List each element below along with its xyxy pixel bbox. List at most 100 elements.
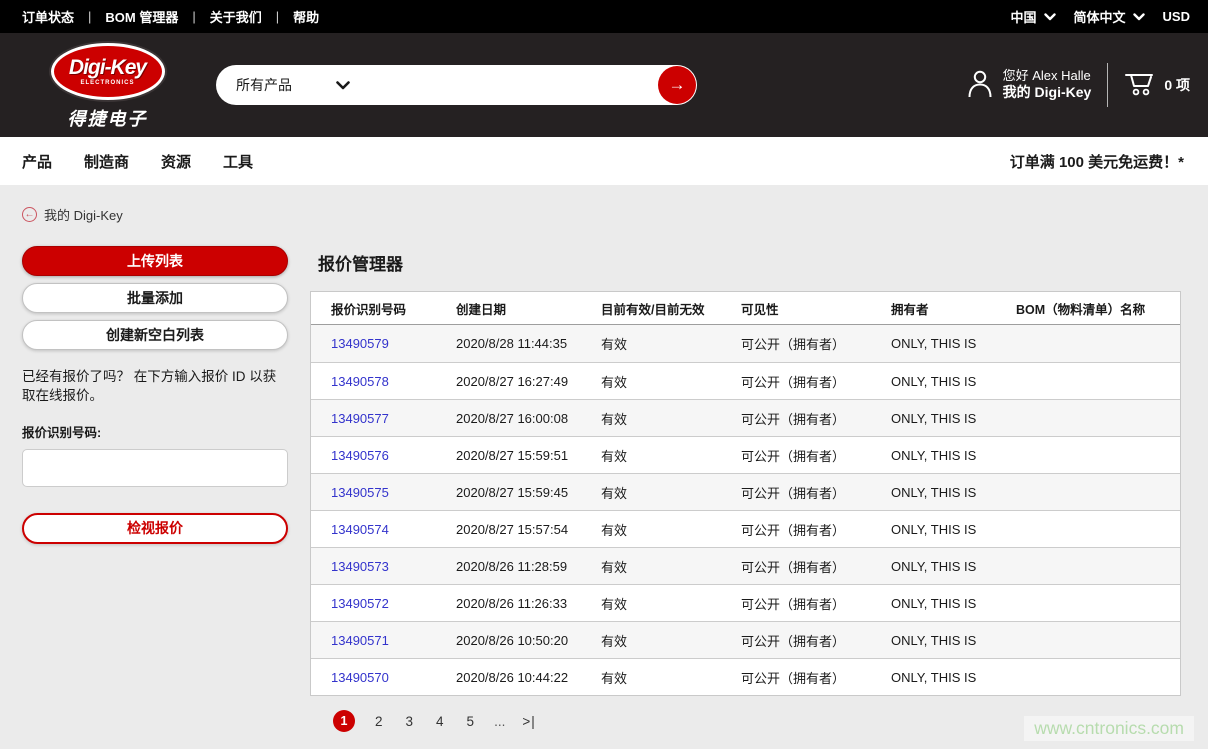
quote-id-link[interactable]: 13490574 xyxy=(331,522,389,537)
quote-owner: ONLY, THIS IS xyxy=(891,670,1016,685)
quote-status: 有效 xyxy=(601,372,741,391)
quote-created-date: 2020/8/26 11:28:59 xyxy=(456,559,601,574)
quote-owner: ONLY, THIS IS xyxy=(891,559,1016,574)
quote-created-date: 2020/8/26 10:44:22 xyxy=(456,670,601,685)
quote-owner: ONLY, THIS IS xyxy=(891,411,1016,426)
col-header-created-date: 创建日期 xyxy=(456,299,601,318)
quote-id-link[interactable]: 13490576 xyxy=(331,448,389,463)
cart-icon xyxy=(1124,69,1154,102)
quote-id-link[interactable]: 13490571 xyxy=(331,633,389,648)
create-blank-list-button[interactable]: 创建新空白列表 xyxy=(22,320,288,350)
col-header-bom-name: BOM（物料清单）名称 xyxy=(1016,299,1160,318)
table-row: 13490579 2020/8/28 11:44:35 有效 可公开（拥有者） … xyxy=(311,325,1180,362)
region-label: 中国 xyxy=(1011,7,1037,26)
quote-table-body: 13490579 2020/8/28 11:44:35 有效 可公开（拥有者） … xyxy=(311,325,1180,695)
cart-count: 0 项 xyxy=(1164,75,1190,95)
help-link[interactable]: 帮助 xyxy=(293,7,319,26)
quote-created-date: 2020/8/26 10:50:20 xyxy=(456,633,601,648)
quote-id-label: 报价识别号码: xyxy=(22,422,288,441)
quote-table-header: 报价识别号码 创建日期 目前有效/目前无效 可见性 拥有者 BOM（物料清单）名… xyxy=(311,292,1180,325)
language-selector[interactable]: 简体中文 xyxy=(1074,7,1145,26)
quote-id-link[interactable]: 13490573 xyxy=(331,559,389,574)
cart-button[interactable]: 0 项 xyxy=(1124,69,1190,102)
table-row: 13490571 2020/8/26 10:50:20 有效 可公开（拥有者） … xyxy=(311,621,1180,658)
search-submit-button[interactable]: → xyxy=(658,66,696,104)
page-last-button[interactable]: >| xyxy=(522,714,535,729)
order-status-link[interactable]: 订单状态 xyxy=(22,7,74,26)
sidebar: 上传列表 批量添加 创建新空白列表 已经有报价了吗？ 在下方输入报价 ID 以获… xyxy=(22,246,288,732)
my-digikey-link: 我的 Digi-Key xyxy=(1003,84,1092,102)
nav-item-products[interactable]: 产品 xyxy=(22,151,52,172)
search-area: 所有产品 → xyxy=(216,65,697,105)
account-menu[interactable]: 您好 Alex Halle 我的 Digi-Key xyxy=(967,68,1092,103)
quote-id-link[interactable]: 13490577 xyxy=(331,411,389,426)
quote-status: 有效 xyxy=(601,334,741,353)
quote-created-date: 2020/8/26 11:26:33 xyxy=(456,596,601,611)
quote-owner: ONLY, THIS IS xyxy=(891,596,1016,611)
search-input[interactable] xyxy=(366,70,647,100)
quote-status: 有效 xyxy=(601,668,741,687)
quote-status: 有效 xyxy=(601,483,741,502)
digikey-logo[interactable]: Digi-Key ELECTRONICS 得捷电子 xyxy=(15,43,200,131)
region-selector[interactable]: 中国 xyxy=(1011,7,1056,26)
currency-selector[interactable]: USD xyxy=(1163,9,1190,24)
quote-owner: ONLY, THIS IS xyxy=(891,448,1016,463)
digikey-logo-oval: Digi-Key ELECTRONICS xyxy=(51,43,165,100)
chevron-down-icon xyxy=(1133,13,1145,21)
quote-visibility: 可公开（拥有者） xyxy=(741,668,891,687)
view-quote-button[interactable]: 检视报价 xyxy=(22,513,288,544)
page-link[interactable]: 3 xyxy=(403,714,417,729)
account-text: 您好 Alex Halle 我的 Digi-Key xyxy=(1003,68,1092,102)
quote-created-date: 2020/8/27 15:59:51 xyxy=(456,448,601,463)
site-header: Digi-Key ELECTRONICS 得捷电子 所有产品 → 您好 Alex… xyxy=(0,33,1208,137)
quote-status: 有效 xyxy=(601,409,741,428)
quote-id-link[interactable]: 13490578 xyxy=(331,374,389,389)
about-us-link[interactable]: 关于我们 xyxy=(210,7,262,26)
page-link[interactable]: 5 xyxy=(464,714,478,729)
nav-item-manufacturers[interactable]: 制造商 xyxy=(84,151,129,172)
table-row: 13490572 2020/8/26 11:26:33 有效 可公开（拥有者） … xyxy=(311,584,1180,621)
utility-links: 订单状态 BOM 管理器 关于我们 帮助 xyxy=(22,7,319,26)
quote-status: 有效 xyxy=(601,446,741,465)
table-row: 13490570 2020/8/26 10:44:22 有效 可公开（拥有者） … xyxy=(311,658,1180,695)
chevron-down-icon xyxy=(1044,13,1056,21)
page-ellipsis: ... xyxy=(494,714,505,729)
locale-controls: 中国 简体中文 USD xyxy=(1003,7,1190,26)
quote-id-link[interactable]: 13490579 xyxy=(331,336,389,351)
quote-status: 有效 xyxy=(601,520,741,539)
quote-id-link[interactable]: 13490575 xyxy=(331,485,389,500)
page-link[interactable]: 4 xyxy=(433,714,447,729)
upload-list-button[interactable]: 上传列表 xyxy=(22,246,288,276)
quote-visibility: 可公开（拥有者） xyxy=(741,372,891,391)
bom-manager-link[interactable]: BOM 管理器 xyxy=(105,7,178,26)
quote-id-link[interactable]: 13490572 xyxy=(331,596,389,611)
quote-status: 有效 xyxy=(601,631,741,650)
breadcrumb[interactable]: ← 我的 Digi-Key xyxy=(22,205,123,224)
user-icon xyxy=(967,68,993,103)
quote-status: 有效 xyxy=(601,557,741,576)
quote-table: 报价识别号码 创建日期 目前有效/目前无效 可见性 拥有者 BOM（物料清单）名… xyxy=(310,291,1181,696)
quote-owner: ONLY, THIS IS xyxy=(891,485,1016,500)
logo-electronics-text: ELECTRONICS xyxy=(80,80,134,86)
search-bar: 所有产品 → xyxy=(216,65,697,105)
nav-item-tools[interactable]: 工具 xyxy=(223,151,253,172)
col-header-quote-id: 报价识别号码 xyxy=(331,299,456,318)
quote-id-link[interactable]: 13490570 xyxy=(331,670,389,685)
search-category-dropdown[interactable]: 所有产品 xyxy=(236,75,348,95)
quote-created-date: 2020/8/27 15:59:45 xyxy=(456,485,601,500)
table-row: 13490574 2020/8/27 15:57:54 有效 可公开（拥有者） … xyxy=(311,510,1180,547)
nav-item-resources[interactable]: 资源 xyxy=(161,151,191,172)
page-current[interactable]: 1 xyxy=(333,710,355,732)
quote-visibility: 可公开（拥有者） xyxy=(741,446,891,465)
page-link[interactable]: 2 xyxy=(372,714,386,729)
breadcrumb-label: 我的 Digi-Key xyxy=(44,205,123,224)
col-header-status: 目前有效/目前无效 xyxy=(601,299,741,318)
quote-created-date: 2020/8/27 16:00:08 xyxy=(456,411,601,426)
bulk-add-button[interactable]: 批量添加 xyxy=(22,283,288,313)
quote-hint-text: 已经有报价了吗？ 在下方输入报价 ID 以获取在线报价。 xyxy=(22,368,288,406)
quote-status: 有效 xyxy=(601,594,741,613)
divider xyxy=(192,9,195,24)
quote-owner: ONLY, THIS IS xyxy=(891,633,1016,648)
quote-id-input[interactable] xyxy=(22,449,288,487)
col-header-owner: 拥有者 xyxy=(891,299,1016,318)
